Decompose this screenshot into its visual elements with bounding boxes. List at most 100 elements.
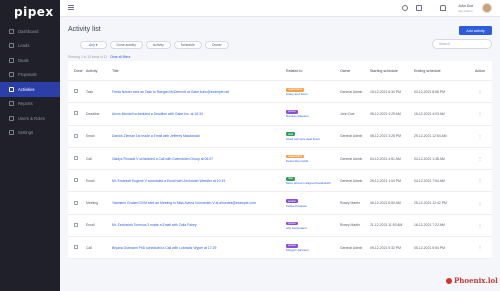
- header-title: Title: [112, 68, 119, 73]
- activity-title-link[interactable]: Yasmeen Grubert DVM sent an Meeting to M…: [112, 201, 286, 205]
- related-link[interactable]: Ally Kertsmann: [286, 226, 340, 230]
- more-options-icon[interactable]: ⋮: [478, 245, 482, 250]
- user-role: App Admin: [458, 9, 473, 13]
- bell-icon[interactable]: [440, 5, 446, 11]
- end-schedule: 25-12-2021 12:42 PM: [414, 201, 447, 206]
- activity-type: Call: [86, 245, 92, 250]
- related-to: person Ally Kertsmann: [286, 221, 340, 230]
- activity-type: Email: [86, 223, 95, 228]
- header-start: Starting schedule: [370, 68, 398, 73]
- done-checkbox[interactable]: [74, 133, 78, 138]
- activity-title-link[interactable]: Freda Neuter sent an Task to Raegan McDe…: [112, 90, 286, 94]
- table-header: Done Activity Title Related to Owner Sta…: [68, 61, 492, 81]
- start-schedule: 18-12-2021 6:34 PM: [370, 89, 401, 94]
- dashboard-icon: [9, 28, 14, 34]
- sidebar-item-activities[interactable]: Activities: [0, 82, 60, 97]
- sidebar-item-proposals[interactable]: Proposals: [0, 68, 60, 83]
- deals-icon: [9, 57, 14, 63]
- end-schedule: 04-12-2021 7:54 AM: [414, 178, 445, 183]
- related-badge: deal: [286, 176, 295, 181]
- activity-type: Email: [86, 134, 95, 139]
- related-to: organization Kaley and Sons: [286, 87, 340, 96]
- chevron-down-icon: ▾: [95, 43, 98, 47]
- done-checkbox[interactable]: [74, 200, 78, 205]
- done-checkbox[interactable]: [74, 222, 78, 227]
- activity-title-link[interactable]: Bryana Gutmann PhD scheduled a Call with…: [112, 246, 286, 250]
- done-checkbox[interactable]: [74, 111, 78, 116]
- activity-title-link[interactable]: Mr. Zechariah Toneous 3 made a Email wit…: [112, 223, 286, 227]
- table-row: Email Mr. Zechariah Toneous 3 made a Emai…: [68, 215, 492, 238]
- related-link[interactable]: Kelvin Reynolds: [286, 159, 340, 163]
- header-done: Done: [74, 68, 83, 73]
- table-row: Email Mr. Emanuel Eugene V scheduled a Em…: [68, 170, 492, 193]
- more-options-icon[interactable]: ⋮: [478, 111, 482, 116]
- fullscreen-icon[interactable]: [416, 5, 422, 11]
- owner: John Doe: [340, 111, 355, 116]
- done-checkbox[interactable]: [74, 178, 78, 183]
- activity-title-link[interactable]: Gladys Rhoads V scheduled a Call with Gw…: [112, 157, 286, 161]
- owner: General Admin: [340, 245, 363, 250]
- related-link[interactable]: Cited sell quis deal flows: [286, 137, 340, 141]
- done-checkbox[interactable]: [74, 89, 78, 94]
- filter-owner[interactable]: Owner: [204, 41, 229, 49]
- dark-mode-icon[interactable]: [402, 5, 408, 11]
- related-link[interactable]: Felipe Podesta: [286, 204, 340, 208]
- more-options-icon[interactable]: ⋮: [478, 89, 482, 94]
- sidebar: pipex Dashboard Leads Deals Proposals Ac…: [0, 0, 60, 291]
- more-options-icon[interactable]: ⋮: [478, 201, 482, 206]
- filter-done-activity[interactable]: Done activity: [109, 41, 143, 49]
- activity-type: Call: [86, 156, 92, 161]
- end-schedule: 05-12-2021 5:54 PM: [414, 245, 445, 250]
- filter-activity[interactable]: Activity: [145, 41, 171, 49]
- avatar[interactable]: [482, 3, 492, 13]
- sidebar-item-reports[interactable]: Reports: [0, 97, 60, 112]
- watermark: Phoenix.lol: [446, 276, 498, 285]
- related-link[interactable]: Morgan Jarvison: [286, 248, 340, 252]
- activity-type: Task: [86, 89, 93, 94]
- table-row: Task Freda Neuter sent an Task to Raegan …: [68, 81, 492, 104]
- start-schedule: 26-12-2021 1:04 PM: [370, 178, 401, 183]
- table-row: Call Gladys Rhoads V scheduled a Call wit…: [68, 148, 492, 171]
- sidebar-item-users-roles[interactable]: Users & Roles: [0, 111, 60, 126]
- end-schedule: 29-12-2021 12:54 AM: [414, 134, 447, 139]
- owner: General Admin: [340, 156, 363, 161]
- more-options-icon[interactable]: ⋮: [478, 223, 482, 228]
- related-link[interactable]: More phone’s aligned bandwidth: [286, 181, 340, 185]
- owner: Rosey Martin: [340, 201, 360, 206]
- proposals-icon: [9, 72, 14, 78]
- filter-schedule[interactable]: Schedule: [173, 41, 202, 49]
- related-badge: person: [286, 221, 298, 226]
- activity-title-link[interactable]: Amos Mondell scheduled a Deadline with G…: [112, 112, 286, 116]
- sidebar-item-leads[interactable]: Leads: [0, 39, 60, 54]
- related-link[interactable]: Damian Dawson: [286, 114, 340, 118]
- results-summary: Showing 1 to 10 items of 11 Clear all fil…: [68, 55, 131, 59]
- related-to: person Morgan Jarvison: [286, 243, 340, 252]
- sidebar-item-deals[interactable]: Deals: [0, 53, 60, 68]
- related-link[interactable]: Kaley and Sons: [286, 92, 340, 96]
- activity-title-link[interactable]: Darrick Zieman 1st made a Email with Jef…: [112, 134, 286, 138]
- done-checkbox[interactable]: [74, 245, 78, 250]
- sidebar-item-dashboard[interactable]: Dashboard: [0, 24, 60, 39]
- app-logo: pipex: [14, 5, 54, 19]
- end-schedule: 03-12-2021 8:58 PM: [414, 89, 445, 94]
- sidebar-item-settings[interactable]: Settings: [0, 126, 60, 141]
- more-options-icon[interactable]: ⋮: [478, 178, 482, 183]
- related-badge: organization: [286, 154, 305, 159]
- filter-any[interactable]: Any ▾: [80, 41, 107, 49]
- user-name: John Doe: [458, 4, 474, 8]
- end-schedule: 16-12-2021 4:03 AM: [414, 111, 445, 116]
- more-options-icon[interactable]: ⋮: [478, 134, 482, 139]
- clear-filters-link[interactable]: Clear all filters: [110, 55, 130, 59]
- related-badge: person: [286, 110, 298, 114]
- related-to: deal Cited sell quis deal flows: [286, 132, 340, 141]
- add-activity-button[interactable]: Add activity: [459, 26, 492, 35]
- owner: General Admin: [340, 134, 363, 139]
- menu-toggle-icon[interactable]: [68, 5, 74, 11]
- leads-icon: [9, 43, 14, 49]
- activity-type: Meeting: [86, 201, 99, 206]
- done-checkbox[interactable]: [74, 156, 78, 161]
- more-options-icon[interactable]: ⋮: [478, 156, 482, 161]
- activity-title-link[interactable]: Mr. Emanuel Eugene V scheduled a Email w…: [112, 179, 286, 183]
- header-owner: Owner: [340, 68, 351, 73]
- search-input[interactable]: Search: [432, 39, 492, 49]
